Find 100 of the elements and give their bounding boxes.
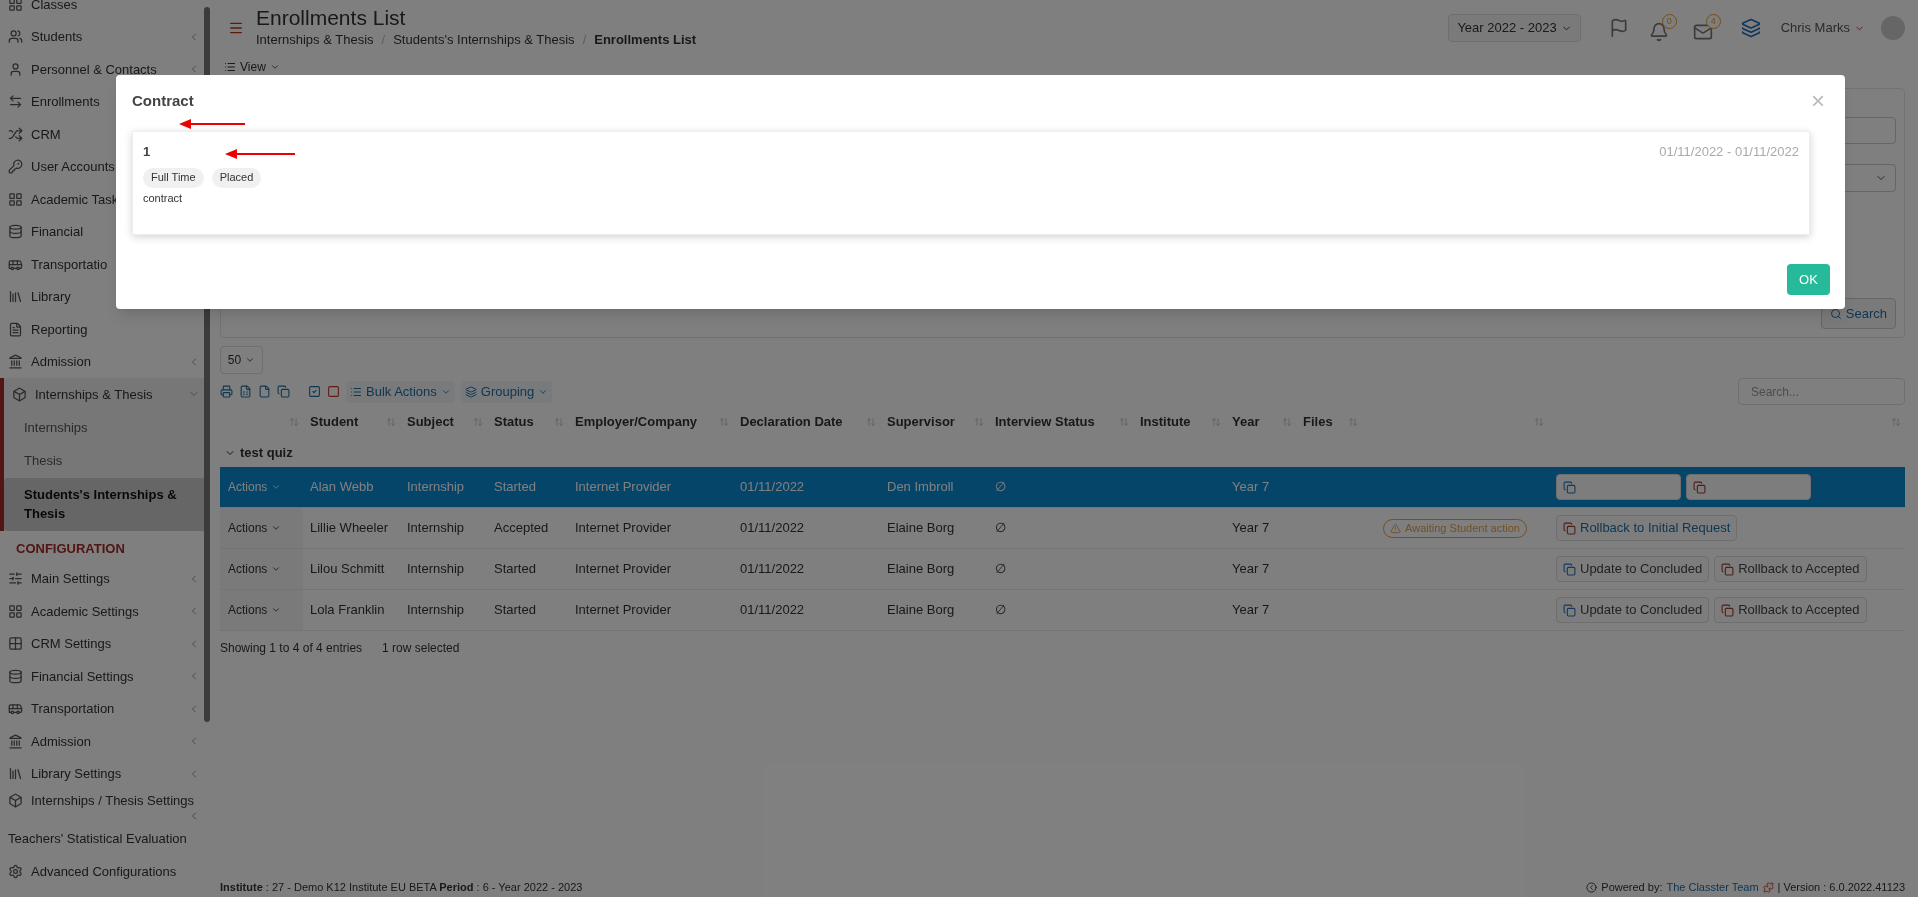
annotation-arrow	[179, 118, 245, 130]
bus-icon	[8, 701, 23, 717]
sort-icon[interactable]	[1534, 417, 1544, 427]
table-cell: ∅	[995, 561, 1006, 577]
actions-button[interactable]: Actions	[220, 590, 303, 630]
rollback-button[interactable]	[1686, 474, 1811, 500]
caret-icon	[271, 605, 282, 615]
sidebar-item[interactable]: Teachers' Statistical Evaluation	[0, 822, 210, 855]
layers-icon	[464, 385, 477, 398]
copy-icon	[1693, 480, 1706, 494]
table-cell: Internet Provider	[575, 520, 672, 536]
page-size-select[interactable]: 50	[220, 346, 263, 374]
spreadsheet-icon[interactable]	[239, 385, 252, 398]
list-icon	[350, 385, 362, 398]
sort-icon[interactable]	[1119, 417, 1129, 427]
table-row[interactable]: Actions Lola Franklin Internship Started Internet Provider 01/11/2022 Elaine Borg ∅ Year 7 Update to Concluded Rollback to Accepted	[220, 590, 1905, 631]
layers-icon[interactable]	[1740, 18, 1761, 38]
books-icon	[8, 289, 23, 305]
sort-icon[interactable]	[1348, 417, 1358, 427]
contract-number: 1	[143, 143, 151, 161]
sidebar-item[interactable]: Library	[0, 280, 210, 313]
copy-icon[interactable]	[277, 385, 290, 398]
search-icon	[1829, 307, 1842, 320]
sort-icon[interactable]	[289, 417, 299, 427]
table-row[interactable]: Actions Lillie Wheeler Internship Accepted Internet Provider 01/11/2022 Elaine Borg ∅ Year 7 Awaiting Student action Rollback to Initial Request	[220, 508, 1905, 549]
rollback-button[interactable]: Rollback to Initial Request	[1556, 515, 1738, 541]
sort-icon[interactable]	[1891, 417, 1901, 427]
column-header[interactable]: Institute	[1140, 412, 1191, 432]
table-row[interactable]: Actions Lilou Schmitt Internship Started Internet Provider 01/11/2022 Elaine Borg ∅ Year 7 Update to Concluded Rollback to Accepted	[220, 549, 1905, 590]
sidebar-item[interactable]: Internships / Thesis Settings	[0, 790, 210, 823]
table-row[interactable]: Actions Alan Webb Internship Started Internet Provider 01/11/2022 Den Imbroll ∅ Year 7	[220, 467, 1905, 508]
table-cell: Started	[494, 561, 536, 577]
year-select[interactable]: Year 2022 - 2023	[1448, 14, 1581, 42]
selection-info: 1 row selected	[382, 640, 460, 657]
breadcrumb-item[interactable]: Internships & Thesis	[256, 30, 374, 50]
copy-icon	[1563, 521, 1576, 535]
table-cell: 01/11/2022	[740, 479, 805, 495]
document-icon[interactable]	[258, 385, 271, 398]
table-cell: 01/11/2022	[740, 520, 805, 536]
key-icon	[8, 159, 23, 175]
column-header[interactable]: Declaration Date	[740, 412, 843, 432]
column-header[interactable]: Supervisor	[887, 412, 955, 432]
sort-icon[interactable]	[473, 417, 483, 427]
sort-icon[interactable]	[554, 417, 564, 427]
arrows-icon	[8, 94, 23, 110]
team-link[interactable]: The Classter Team	[1666, 878, 1759, 896]
copy-icon	[1563, 562, 1576, 576]
bell-icon	[1648, 22, 1669, 42]
sidebar-item[interactable]: Admission	[0, 725, 210, 758]
actions-button[interactable]: Actions	[220, 549, 303, 589]
sort-icon[interactable]	[386, 417, 396, 427]
square-icon[interactable]	[327, 385, 340, 398]
caret-icon	[271, 564, 282, 574]
grouping-button[interactable]: Grouping	[460, 380, 553, 403]
sidebar-item[interactable]: Library Settings	[0, 757, 210, 790]
update-button[interactable]: Update to Concluded	[1556, 556, 1710, 582]
breadcrumb-item[interactable]: Students's Internships & Thesis	[393, 30, 575, 50]
actions-button[interactable]: Actions	[220, 508, 303, 548]
bank-icon	[8, 354, 23, 370]
column-header[interactable]: Files	[1303, 412, 1333, 432]
avatar[interactable]	[1881, 16, 1905, 40]
menu-icon[interactable]	[228, 20, 244, 36]
bulk-actions-button[interactable]: Bulk Actions	[346, 380, 455, 403]
sidebar-item[interactable]: Transportatio	[0, 248, 210, 281]
print-icon[interactable]	[220, 385, 233, 398]
column-header[interactable]: Status	[494, 412, 534, 432]
table-cell: Elaine Borg	[887, 561, 955, 577]
caret-icon	[271, 523, 282, 533]
column-header[interactable]: Subject	[407, 412, 454, 432]
sort-icon[interactable]	[1211, 417, 1221, 427]
check-square-icon[interactable]	[308, 385, 321, 398]
message-badge: 4	[1705, 14, 1721, 29]
update-button[interactable]	[1556, 474, 1681, 500]
annotation-arrow	[225, 148, 295, 160]
column-header[interactable]: Student	[310, 412, 359, 432]
sort-icon[interactable]	[719, 417, 729, 427]
update-button[interactable]: Update to Concluded	[1556, 597, 1710, 623]
caret-icon	[245, 355, 256, 365]
bank-icon	[8, 733, 23, 749]
sort-icon[interactable]	[866, 417, 876, 427]
column-header[interactable]: Employer/Company	[575, 412, 698, 432]
sidebar-item[interactable]: Advanced Configurations	[0, 855, 210, 888]
sidebar-item[interactable]: Personnel & Contacts	[0, 53, 210, 86]
gear-icon	[8, 863, 23, 879]
sort-icon[interactable]	[1282, 417, 1292, 427]
user-menu[interactable]: Chris Marks	[1780, 18, 1865, 38]
ok-button[interactable]: OK	[1787, 264, 1830, 295]
rollback-button[interactable]: Rollback to Accepted	[1714, 556, 1867, 582]
group-row[interactable]: test quiz	[220, 439, 1905, 467]
document-icon	[8, 321, 23, 337]
sidebar-item[interactable]: Financial	[0, 215, 210, 248]
table-cell: Year 7	[1232, 561, 1270, 577]
sort-icon[interactable]	[974, 417, 984, 427]
grid-icon	[8, 603, 23, 619]
rollback-button[interactable]: Rollback to Accepted	[1714, 597, 1867, 623]
coins-icon	[8, 668, 23, 684]
table-cell: ∅	[995, 479, 1006, 495]
column-header[interactable]: Interview Status	[995, 412, 1095, 432]
view-button[interactable]: View	[224, 56, 280, 78]
column-header[interactable]: Year	[1232, 412, 1260, 432]
